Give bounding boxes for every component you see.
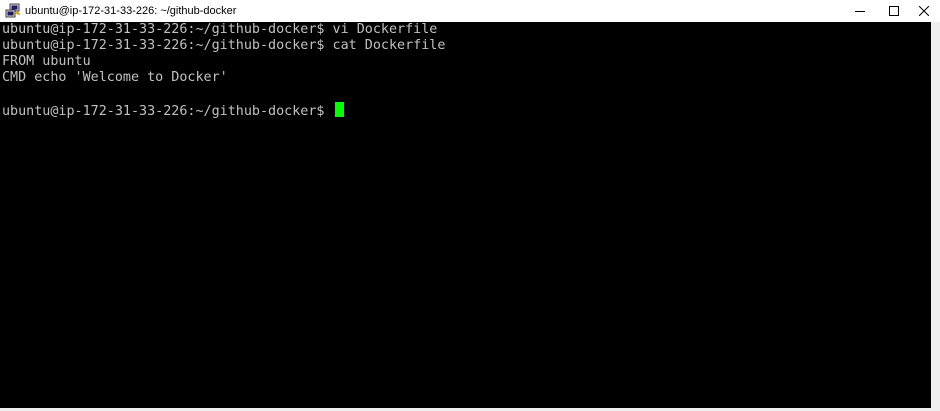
terminal-output[interactable]: ubuntu@ip-172-31-33-226:~/github-docker$…: [0, 22, 931, 408]
title-bar[interactable]: ubuntu@ip-172-31-33-226: ~/github-docker: [0, 0, 940, 22]
terminal-line: FROM ubuntu: [2, 54, 91, 69]
terminal-line: ubuntu@ip-172-31-33-226:~/github-docker$…: [2, 38, 446, 53]
minimize-icon: [855, 11, 865, 12]
minimize-button[interactable]: [844, 0, 876, 22]
close-icon: [919, 6, 929, 16]
text-cursor: [334, 102, 344, 117]
terminal-line: CMD echo 'Welcome to Docker': [2, 70, 228, 85]
terminal-line: ubuntu@ip-172-31-33-226:~/github-docker$…: [2, 22, 438, 37]
maximize-button[interactable]: [878, 0, 910, 22]
window-title: ubuntu@ip-172-31-33-226: ~/github-docker: [25, 5, 237, 17]
terminal-prompt-line[interactable]: ubuntu@ip-172-31-33-226:~/github-docker$: [2, 102, 931, 119]
putty-icon[interactable]: [5, 3, 21, 19]
maximize-icon: [889, 6, 899, 16]
terminal-prompt: ubuntu@ip-172-31-33-226:~/github-docker$: [2, 104, 333, 119]
close-button[interactable]: [908, 0, 940, 22]
vertical-scrollbar[interactable]: [931, 22, 940, 408]
putty-window: ubuntu@ip-172-31-33-226: ~/github-docker…: [0, 0, 940, 411]
